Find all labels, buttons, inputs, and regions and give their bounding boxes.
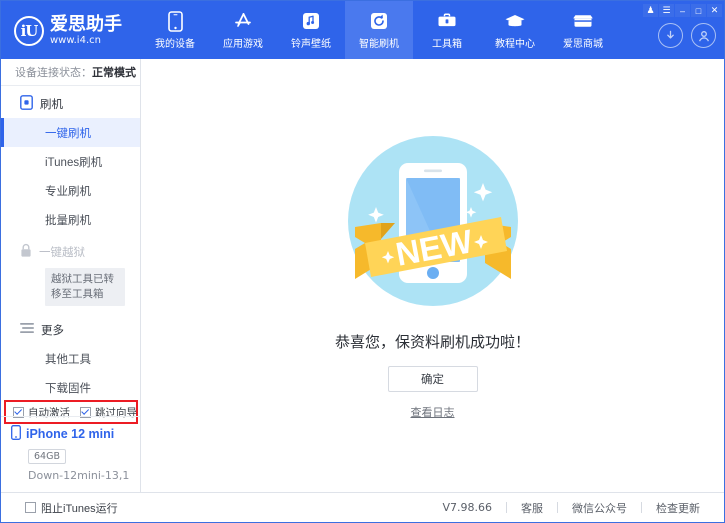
sidebar-item-label: iTunes刷机 <box>45 154 102 170</box>
customer-service-link[interactable]: 客服 <box>507 500 557 516</box>
sidebar-group-jailbreak: 一键越狱 <box>1 237 140 266</box>
sidebar-group-flash[interactable]: 刷机 <box>1 89 140 118</box>
logo-mark-icon: iU <box>14 16 44 46</box>
account-icon[interactable] <box>691 23 716 48</box>
menu-button[interactable]: ☰ <box>659 4 674 17</box>
nav-item-my-device[interactable]: 我的设备 <box>141 1 209 59</box>
device-capacity-badge: 64GB <box>28 449 66 464</box>
nav-label: 工具箱 <box>432 35 462 50</box>
nav-item-toolbox[interactable]: 工具箱 <box>413 1 481 59</box>
nav-label: 爱思商城 <box>563 35 603 50</box>
sidebar-item-one-click-flash[interactable]: 一键刷机 <box>1 118 140 147</box>
nav-item-store[interactable]: 爱思商城 <box>549 1 617 59</box>
sidebar-item-batch-flash[interactable]: 批量刷机 <box>1 205 140 234</box>
logo-url: www.i4.cn <box>50 36 122 46</box>
sidebar-group-label: 一键越狱 <box>39 244 85 260</box>
connected-device-panel[interactable]: iPhone 12 mini 64GB Down-12mini-13,1 <box>1 416 140 492</box>
nav-label: 教程中心 <box>495 35 535 50</box>
sidebar-group-more[interactable]: 更多 <box>1 315 140 344</box>
nav-label: 智能刷机 <box>359 35 399 50</box>
nav-item-tutorial-center[interactable]: 教程中心 <box>481 1 549 59</box>
status-bar: 阻止iTunes运行 V7.98.66 客服 微信公众号 检查更新 <box>1 492 724 522</box>
main-nav: 我的设备 应用游戏 铃声壁纸 智能刷机 <box>141 1 617 59</box>
view-log-link[interactable]: 查看日志 <box>411 407 455 419</box>
connection-status: 设备连接状态： 正常模式 <box>1 59 140 86</box>
nav-item-ringtones-wallpaper[interactable]: 铃声壁纸 <box>277 1 345 59</box>
window-controls: ♟ ☰ – □ ✕ <box>643 4 722 17</box>
app-logo: iU 爱思助手 www.i4.cn <box>14 15 122 46</box>
sidebar-item-label: 其他工具 <box>45 351 91 367</box>
sidebar-item-label: 批量刷机 <box>45 212 91 228</box>
app-version: V7.98.66 <box>428 501 506 514</box>
wechat-official-link[interactable]: 微信公众号 <box>558 500 641 516</box>
phone-icon <box>168 10 183 32</box>
lock-icon <box>20 243 32 261</box>
success-message: 恭喜您，保资料刷机成功啦！ <box>141 331 724 352</box>
download-icon[interactable] <box>658 23 683 48</box>
sidebar-item-label: 一键刷机 <box>45 125 91 141</box>
sidebar-item-label: 专业刷机 <box>45 183 91 199</box>
main-content: NEW 恭喜您，保资料刷机成功啦！ 确定 查看日志 <box>141 59 724 492</box>
sidebar-item-itunes-flash[interactable]: iTunes刷机 <box>1 147 140 176</box>
device-identifier: Down-12mini-13,1 <box>28 469 140 482</box>
minimize-button[interactable]: – <box>675 4 690 17</box>
nav-label: 应用游戏 <box>223 35 263 50</box>
jailbreak-moved-note: 越狱工具已转移至工具箱 <box>45 268 125 306</box>
device-name: iPhone 12 mini <box>26 427 114 441</box>
sidebar-item-pro-flash[interactable]: 专业刷机 <box>1 176 140 205</box>
music-icon <box>302 10 320 32</box>
block-itunes-checkbox[interactable]: 阻止iTunes运行 <box>25 500 118 516</box>
sidebar-group-label: 更多 <box>41 322 64 338</box>
sidebar-group-label: 刷机 <box>40 96 63 112</box>
graduation-cap-icon <box>504 10 526 32</box>
flash-icon <box>20 95 33 113</box>
close-button[interactable]: ✕ <box>707 4 722 17</box>
store-icon <box>572 10 594 32</box>
sidebar: 设备连接状态： 正常模式 刷机 一键刷机 iTunes刷机 专业刷机 批量刷机 … <box>1 59 141 492</box>
app-window: iU 爱思助手 www.i4.cn 我的设备 应用游戏 <box>0 0 725 523</box>
confirm-button[interactable]: 确定 <box>388 366 478 392</box>
device-phone-icon <box>11 425 21 443</box>
sidebar-item-other-tools[interactable]: 其他工具 <box>1 344 140 373</box>
checkbox-box-icon <box>25 502 36 513</box>
app-header: iU 爱思助手 www.i4.cn 我的设备 应用游戏 <box>1 1 725 59</box>
sidebar-item-label: 下载固件 <box>45 380 91 396</box>
toolbox-icon <box>437 10 457 32</box>
nav-label: 铃声壁纸 <box>291 35 331 50</box>
status-bar-links: V7.98.66 客服 微信公众号 检查更新 <box>428 500 714 516</box>
refresh-icon <box>370 10 388 32</box>
header-actions <box>658 23 716 48</box>
nav-label: 我的设备 <box>155 35 195 50</box>
nav-item-apps-games[interactable]: 应用游戏 <box>209 1 277 59</box>
connection-status-value: 正常模式 <box>92 64 136 80</box>
logo-name: 爱思助手 <box>50 15 122 33</box>
skin-button[interactable]: ♟ <box>643 4 658 17</box>
connection-status-label: 设备连接状态： <box>15 64 92 80</box>
device-title: iPhone 12 mini <box>11 425 140 443</box>
block-itunes-label: 阻止iTunes运行 <box>41 500 118 516</box>
check-update-link[interactable]: 检查更新 <box>642 500 714 516</box>
maximize-button[interactable]: □ <box>691 4 706 17</box>
sidebar-item-download-firmware[interactable]: 下载固件 <box>1 373 140 402</box>
nav-item-smart-flash[interactable]: 智能刷机 <box>345 1 413 59</box>
appstore-icon <box>233 10 254 32</box>
new-phone-badge-illustration: NEW <box>343 131 523 311</box>
list-icon <box>20 322 34 337</box>
